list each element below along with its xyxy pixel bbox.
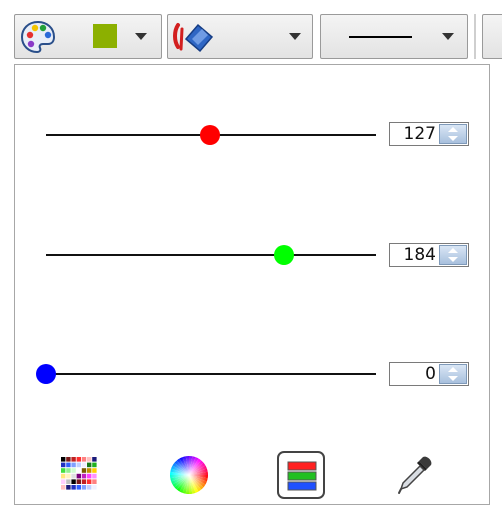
red-value-spinner[interactable]: 127 xyxy=(389,122,469,146)
chevron-down-icon xyxy=(442,33,454,40)
chevron-down-icon xyxy=(135,33,147,40)
color-grid-mode-button[interactable] xyxy=(57,453,101,497)
blue-value-spinner[interactable]: 0 xyxy=(389,362,469,386)
eyedropper-icon xyxy=(393,453,437,501)
palette-icon xyxy=(20,20,56,58)
spinner-arrows-icon[interactable] xyxy=(439,124,467,144)
toolbar-separator xyxy=(474,14,476,59)
eyedropper-mode-button[interactable] xyxy=(393,453,437,497)
green-value-spinner[interactable]: 184 xyxy=(389,243,469,267)
blue-slider-knob[interactable] xyxy=(36,364,56,384)
fill-color-dropdown[interactable] xyxy=(14,14,162,59)
blue-slider-track[interactable] xyxy=(46,373,376,375)
red-slider-knob[interactable] xyxy=(200,125,221,145)
toolbar-overflow-button[interactable] xyxy=(482,14,502,59)
color-wheel-icon xyxy=(167,453,211,501)
spinner-arrows-icon[interactable] xyxy=(439,245,467,265)
green-value: 184 xyxy=(403,245,436,265)
fill-color-swatch xyxy=(93,24,117,48)
color-picker-panel: 127 184 0 xyxy=(14,64,490,505)
color-grid-icon xyxy=(57,453,101,501)
green-slider-track[interactable] xyxy=(46,254,376,256)
spinner-arrows-icon[interactable] xyxy=(439,364,467,384)
rgb-sliders-mode-button[interactable] xyxy=(277,451,325,499)
line-style-preview xyxy=(349,36,412,38)
line-style-dropdown[interactable] xyxy=(320,14,468,59)
rgb-sliders-icon xyxy=(287,461,317,495)
toolbar xyxy=(0,0,502,66)
color-wheel-mode-button[interactable] xyxy=(167,453,211,497)
paint-style-dropdown[interactable] xyxy=(167,14,313,59)
blue-value: 0 xyxy=(425,364,436,384)
red-value: 127 xyxy=(403,124,436,144)
green-slider-knob[interactable] xyxy=(274,245,295,265)
paint-bucket-icon xyxy=(172,19,214,59)
chevron-down-icon xyxy=(289,33,301,40)
